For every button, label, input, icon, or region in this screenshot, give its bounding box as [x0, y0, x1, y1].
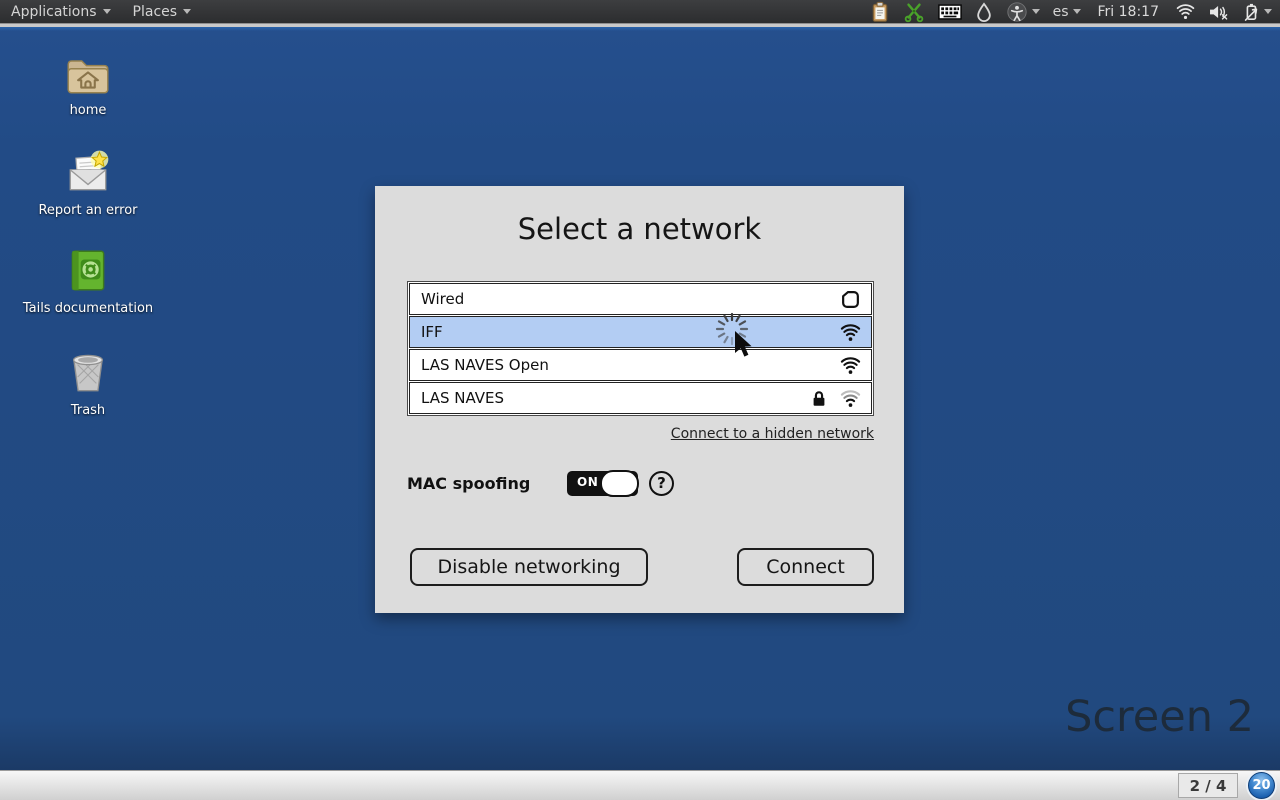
chevron-down-icon	[1032, 9, 1040, 14]
network-name: LAS NAVES	[421, 389, 810, 407]
water-drop-icon[interactable]	[975, 2, 993, 22]
language-selector[interactable]: es	[1053, 4, 1081, 20]
network-row-wired[interactable]: Wired	[409, 283, 872, 315]
wifi-signal-icon	[840, 356, 861, 375]
wifi-icon[interactable]	[1176, 3, 1195, 20]
mac-spoofing-toggle[interactable]: ON	[567, 471, 638, 496]
system-tray: es Fri 18:17	[870, 1, 1280, 23]
mac-spoofing-label: MAC spoofing	[407, 474, 530, 493]
wifi-signal-weak-icon	[840, 389, 861, 408]
applications-menu-label: Applications	[11, 4, 97, 20]
page-indicator: 2 / 4	[1178, 773, 1238, 798]
scissors-icon[interactable]	[903, 1, 925, 23]
help-icon[interactable]: ?	[649, 471, 674, 496]
network-row-iff[interactable]: IFF	[409, 316, 872, 348]
network-name: Wired	[421, 290, 840, 308]
toggle-knob	[600, 470, 639, 497]
chevron-down-icon	[103, 9, 111, 14]
desktop-icon-label: Report an error	[38, 203, 137, 218]
network-name: IFF	[421, 323, 840, 341]
count-badge: 20	[1248, 772, 1275, 799]
home-folder-icon	[63, 51, 113, 98]
chevron-down-icon	[183, 9, 191, 14]
language-label: es	[1053, 4, 1069, 20]
places-menu-label: Places	[133, 4, 178, 20]
desktop-icon-label: Trash	[71, 403, 105, 418]
accessibility-menu[interactable]	[1006, 1, 1040, 23]
battery-icon	[1242, 2, 1260, 22]
clock[interactable]: Fri 18:17	[1094, 4, 1163, 20]
accessibility-icon	[1006, 1, 1028, 23]
network-row-las-naves[interactable]: LAS NAVES	[409, 382, 872, 414]
bottom-bar: 2 / 4 20	[0, 770, 1280, 800]
lock-icon	[810, 389, 828, 408]
chevron-down-icon	[1073, 9, 1081, 14]
wired-network-icon	[840, 289, 861, 310]
network-name: LAS NAVES Open	[421, 356, 840, 374]
battery-menu[interactable]	[1242, 2, 1272, 22]
desktop-icon-label: home	[70, 103, 107, 118]
dialog-title: Select a network	[375, 212, 904, 246]
panel-bottom-bevel	[0, 23, 1280, 27]
report-error-icon	[63, 148, 113, 198]
applications-menu[interactable]: Applications	[0, 0, 122, 23]
top-panel: Applications Places	[0, 0, 1280, 23]
network-row-las-naves-open[interactable]: LAS NAVES Open	[409, 349, 872, 381]
connect-button[interactable]: Connect	[737, 548, 874, 586]
trash-icon	[63, 348, 113, 398]
volume-muted-icon[interactable]	[1208, 3, 1229, 21]
disable-networking-button[interactable]: Disable networking	[410, 548, 648, 586]
network-list: Wired IFF LAS NAVES Open	[407, 281, 874, 416]
wifi-signal-icon	[840, 323, 861, 342]
desktop-icon-report-error[interactable]: Report an error	[23, 148, 153, 218]
desktop-icon-trash[interactable]: Trash	[23, 348, 153, 418]
screen-label: Screen 2	[1065, 692, 1254, 742]
select-network-dialog: Select a network Wired IFF LAS NAV	[375, 186, 904, 613]
clipboard-icon[interactable]	[870, 1, 890, 23]
documentation-book-icon	[63, 246, 113, 296]
places-menu[interactable]: Places	[122, 0, 203, 23]
hidden-network-link[interactable]: Connect to a hidden network	[671, 426, 874, 442]
keyboard-icon[interactable]	[938, 2, 962, 22]
desktop-icon-label: Tails documentation	[23, 301, 153, 316]
desktop-icon-home[interactable]: home	[23, 51, 153, 118]
desktop-icon-tails-documentation[interactable]: Tails documentation	[23, 246, 153, 316]
chevron-down-icon	[1264, 9, 1272, 14]
toggle-state-label: ON	[577, 475, 598, 489]
